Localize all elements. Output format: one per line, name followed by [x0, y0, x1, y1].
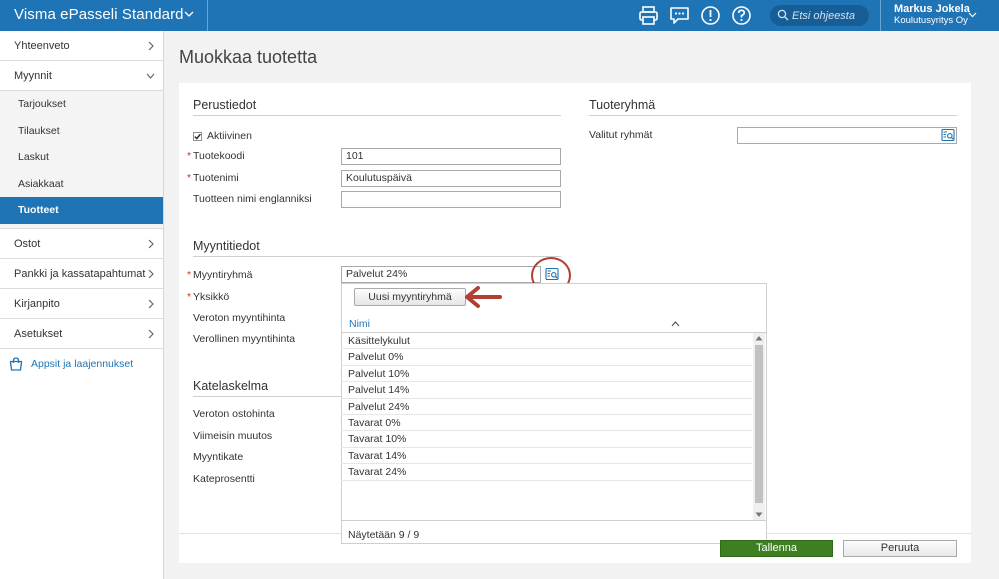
list-item[interactable]: Tavarat 10% — [341, 431, 752, 448]
sidebar-item-label: Kirjanpito — [14, 297, 60, 310]
sidebar-subitem-tarjoukset[interactable]: Tarjoukset — [0, 91, 163, 118]
chat-icon[interactable] — [669, 5, 690, 26]
product-code-field[interactable]: 101 — [341, 148, 561, 165]
sales-group-list: Käsittelykulut Palvelut 0% Palvelut 10% … — [341, 332, 767, 521]
alert-icon[interactable] — [700, 5, 721, 26]
selected-groups-field[interactable] — [737, 127, 957, 144]
active-label: Aktiivinen — [207, 130, 252, 142]
sidebar-item-kirjanpito[interactable]: Kirjanpito — [0, 289, 163, 319]
sidebar-subitem-asiakkaat[interactable]: Asiakkaat — [0, 171, 163, 198]
new-sales-group-button[interactable]: Uusi myyntiryhmä — [354, 288, 466, 306]
sidebar-submenu: Tarjoukset Tilaukset Laskut Asiakkaat Tu… — [0, 91, 163, 229]
divider — [207, 0, 208, 31]
sales-margin-label: Myyntikate — [193, 451, 244, 463]
list-item[interactable]: Palvelut 14% — [341, 382, 752, 399]
last-changed-label: Viimeisin muutos — [193, 430, 273, 442]
section-title-margin: Katelaskelma — [193, 379, 269, 393]
divider — [589, 115, 957, 116]
sidebar-subitem-tilaukset[interactable]: Tilaukset — [0, 118, 163, 145]
unit-label: Yksikkö — [187, 291, 229, 303]
divider — [193, 115, 561, 116]
sidebar-item-label: Asetukset — [14, 327, 63, 340]
app-brand[interactable]: Visma ePasseli Standard — [14, 6, 184, 23]
sales-group-field[interactable]: Palvelut 24% — [341, 266, 541, 283]
help-search-input[interactable] — [792, 7, 866, 24]
shopping-bag-icon — [9, 356, 23, 371]
selected-groups-label: Valitut ryhmät — [589, 129, 653, 141]
apps-label: Appsit ja laajennukset — [31, 357, 134, 370]
sidebar-item-apps[interactable]: Appsit ja laajennukset — [0, 349, 163, 379]
divider — [193, 396, 343, 397]
sidebar-item-label: Ostot — [14, 237, 41, 250]
scroll-up-icon[interactable] — [755, 335, 763, 341]
list-count: Näytetään 9 / 9 — [348, 529, 420, 541]
scrollbar-thumb[interactable] — [755, 345, 763, 503]
page-scrollbar[interactable] — [986, 31, 999, 579]
list-item[interactable]: Palvelut 10% — [341, 366, 752, 383]
section-title-sales: Myyntitiedot — [193, 239, 260, 253]
sidebar-item-yhteenveto[interactable]: Yhteenveto — [0, 31, 163, 61]
chevron-right-icon — [148, 41, 154, 51]
list-item[interactable]: Tavarat 24% — [341, 464, 752, 481]
save-button[interactable]: Tallenna — [720, 540, 833, 557]
section-title-group: Tuoteryhmä — [589, 98, 656, 112]
sidebar-subitem-laskut[interactable]: Laskut — [0, 144, 163, 171]
list-item[interactable]: Palvelut 0% — [341, 349, 752, 366]
lookup-icon[interactable] — [941, 128, 955, 142]
chevron-down-icon[interactable] — [184, 9, 194, 19]
active-checkbox[interactable] — [193, 132, 202, 141]
chevron-down-icon[interactable] — [968, 10, 977, 19]
chevron-right-icon — [148, 299, 154, 308]
list-item[interactable]: Tavarat 0% — [341, 415, 752, 432]
chevron-right-icon — [148, 239, 154, 248]
chevron-down-icon — [146, 73, 155, 79]
chevron-right-icon — [148, 329, 154, 338]
sidebar-item-asetukset[interactable]: Asetukset — [0, 319, 163, 349]
sales-group-label: Myyntiryhmä — [187, 269, 252, 281]
product-code-label: Tuotekoodi — [187, 150, 245, 162]
help-search-box[interactable] — [770, 5, 869, 26]
net-price-label: Veroton myyntihinta — [193, 312, 286, 324]
product-name-field[interactable]: Koulutuspäivä — [341, 170, 561, 187]
help-icon[interactable] — [731, 5, 752, 26]
sidebar-item-myynnit[interactable]: Myynnit — [0, 61, 163, 91]
sidebar-item-label: Myynnit — [14, 70, 52, 82]
sidebar-item-label: Pankki ja kassatapahtumat — [14, 267, 146, 280]
column-header-name[interactable]: Nimi — [349, 318, 370, 330]
gross-price-label: Verollinen myyntihinta — [193, 333, 296, 345]
scroll-down-icon[interactable] — [755, 512, 763, 518]
divider — [193, 256, 561, 257]
chevron-right-icon — [148, 269, 154, 278]
divider — [880, 0, 881, 31]
margin-percent-label: Kateprosentti — [193, 473, 255, 485]
english-name-label: Tuotteen nimi englanniksi — [193, 193, 312, 205]
cancel-button[interactable]: Peruuta — [843, 540, 957, 557]
sidebar-item-pankki[interactable]: Pankki ja kassatapahtumat — [0, 259, 163, 289]
list-item[interactable]: Tavarat 14% — [341, 448, 752, 465]
sidebar-subitem-tuotteet[interactable]: Tuotteet — [0, 197, 163, 224]
arrow-left-icon — [465, 286, 502, 308]
printer-icon[interactable] — [638, 5, 659, 26]
product-name-label: Tuotenimi — [187, 172, 239, 184]
list-item[interactable]: Palvelut 24% — [341, 399, 752, 415]
sort-up-icon[interactable] — [671, 320, 680, 327]
section-title-basic: Perustiedot — [193, 98, 257, 112]
sidebar-item-label: Yhteenveto — [14, 40, 70, 52]
sidebar-item-ostot[interactable]: Ostot — [0, 229, 163, 259]
list-item[interactable]: Käsittelykulut — [341, 333, 752, 350]
english-name-field[interactable] — [341, 191, 561, 208]
top-bar: Visma ePasseli Standard Markus Jokela Ko… — [0, 0, 999, 31]
search-icon — [777, 9, 789, 21]
sidebar: Yhteenveto Myynnit Tarjoukset Tilaukset … — [0, 31, 164, 579]
page-title: Muokkaa tuotetta — [179, 47, 318, 67]
purchase-price-label: Veroton ostohinta — [193, 408, 275, 420]
